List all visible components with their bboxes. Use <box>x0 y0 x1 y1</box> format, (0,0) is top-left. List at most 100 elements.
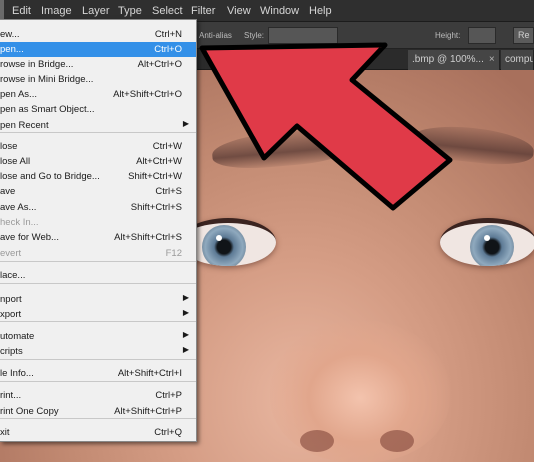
menu-view[interactable]: View <box>227 5 251 17</box>
chevron-right-icon: ▶ <box>182 330 189 339</box>
menu-separator <box>0 261 196 262</box>
menu-item-close[interactable]: lose Ctrl+W <box>0 139 196 154</box>
chevron-right-icon: ▶ <box>182 345 189 354</box>
tab-bmp-document[interactable]: .bmp @ 100%... × <box>408 50 500 70</box>
menu-item-label: rint... <box>0 390 22 401</box>
menu-item-shortcut: Shift+Ctrl+S <box>130 202 182 213</box>
menu-item-label: lace... <box>0 270 26 281</box>
menu-item-print-one-copy[interactable]: rint One Copy Alt+Shift+Ctrl+P <box>0 404 196 419</box>
nose <box>270 320 450 462</box>
menu-item-save-for-web[interactable]: ave for Web... Alt+Shift+Ctrl+S <box>0 230 196 245</box>
menu-item-label: ave As... <box>0 202 37 213</box>
menu-item-label: rowse in Mini Bridge... <box>0 74 94 85</box>
chevron-right-icon: ▶ <box>182 293 189 302</box>
menu-item-label: lose All <box>0 156 31 167</box>
menu-item-label: ew... <box>0 29 20 40</box>
menu-item-label: rint One Copy <box>0 406 59 417</box>
tab-label: .bmp @ 100%... <box>412 54 484 65</box>
menu-item-browse-in-bridge[interactable]: rowse in Bridge... Alt+Ctrl+O <box>0 57 196 72</box>
tab-computer-document[interactable]: compute <box>501 50 534 70</box>
menu-item-export[interactable]: xport ▶ <box>0 307 196 322</box>
iris <box>470 225 514 266</box>
menu-image[interactable]: Image <box>41 5 72 17</box>
menu-item-shortcut: Alt+Shift+Ctrl+P <box>114 406 182 417</box>
height-input[interactable] <box>468 27 496 44</box>
menu-item-close-all[interactable]: lose All Alt+Ctrl+W <box>0 154 196 169</box>
menu-item-shortcut: Alt+Shift+Ctrl+I <box>117 368 182 379</box>
menu-item-label: le Info... <box>0 368 34 379</box>
menu-item-revert: evert F12 <box>0 246 196 261</box>
menu-item-open-as[interactable]: pen As... Alt+Shift+Ctrl+O <box>0 87 196 102</box>
menu-item-open-recent[interactable]: pen Recent ▶ <box>0 118 196 133</box>
refine-edge-button[interactable]: Re <box>513 27 534 44</box>
tab-label: compute <box>505 54 534 65</box>
eye-right <box>440 218 534 266</box>
menu-item-shortcut: Alt+Shift+Ctrl+S <box>114 232 182 243</box>
menu-item-import[interactable]: nport ▶ <box>0 292 196 307</box>
menu-item-exit[interactable]: xit Ctrl+Q <box>0 425 196 440</box>
menu-item-label: lose <box>0 141 18 152</box>
menu-item-label: utomate <box>0 331 35 342</box>
iris <box>202 225 246 266</box>
chevron-right-icon: ▶ <box>182 119 189 128</box>
menu-layer[interactable]: Layer <box>82 5 110 17</box>
menu-item-label: cripts <box>0 346 23 357</box>
menu-item-shortcut: Ctrl+N <box>154 29 182 40</box>
eyebrow-left <box>210 125 354 173</box>
menu-item-automate[interactable]: utomate ▶ <box>0 329 196 344</box>
eye-glint <box>484 235 490 241</box>
menu-item-shortcut: Shift+Ctrl+W <box>128 171 182 182</box>
menu-item-place[interactable]: lace... <box>0 268 196 283</box>
menu-item-shortcut: Ctrl+S <box>155 186 182 197</box>
chevron-right-icon: ▶ <box>182 308 189 317</box>
menu-item-browse-in-mini-bridge[interactable]: rowse in Mini Bridge... <box>0 72 196 87</box>
close-icon[interactable]: × <box>489 54 495 65</box>
height-label: Height: <box>435 31 461 40</box>
menu-item-label: evert <box>0 248 22 259</box>
menu-edit[interactable]: Edit <box>12 5 31 17</box>
menu-type[interactable]: Type <box>118 5 142 17</box>
menu-item-file-info[interactable]: le Info... Alt+Shift+Ctrl+I <box>0 366 196 381</box>
menu-item-label: lose and Go to Bridge... <box>0 171 100 182</box>
style-dropdown[interactable] <box>268 27 338 44</box>
menu-item-print[interactable]: rint... Ctrl+P <box>0 388 196 403</box>
file-menu-dropdown: ew... Ctrl+N pen... Ctrl+O rowse in Bridge..… <box>0 19 197 442</box>
menu-item-shortcut: Alt+Ctrl+W <box>136 156 182 167</box>
menu-item-close-and-go-to-bridge[interactable]: lose and Go to Bridge... Shift+Ctrl+W <box>0 169 196 184</box>
eyebrow-right <box>408 121 534 169</box>
menu-select[interactable]: Select <box>152 5 183 17</box>
menu-item-label: ave for Web... <box>0 232 59 243</box>
menu-item-open[interactable]: pen... Ctrl+O <box>0 42 196 57</box>
menu-item-label: ave <box>0 186 16 197</box>
menu-separator <box>0 359 196 360</box>
menu-item-scripts[interactable]: cripts ▶ <box>0 344 196 359</box>
menu-separator <box>0 283 196 284</box>
menu-item-label: pen As... <box>0 89 37 100</box>
menu-item-save[interactable]: ave Ctrl+S <box>0 184 196 199</box>
menu-item-label: xit <box>0 427 10 438</box>
menu-separator <box>0 381 196 382</box>
menu-item-label: xport <box>0 309 22 320</box>
menu-help[interactable]: Help <box>309 5 332 17</box>
menu-item-shortcut: F12 <box>165 248 182 259</box>
menu-window[interactable]: Window <box>260 5 299 17</box>
menu-item-shortcut: Ctrl+O <box>154 44 182 55</box>
menu-item-label: pen... <box>0 44 24 55</box>
menu-item-shortcut: Alt+Ctrl+O <box>137 59 182 70</box>
style-label: Style: <box>244 31 265 40</box>
eye-glint <box>216 235 222 241</box>
menu-item-shortcut: Alt+Shift+Ctrl+O <box>113 89 182 100</box>
menu-item-label: nport <box>0 294 22 305</box>
menu-item-shortcut: Ctrl+Q <box>154 427 182 438</box>
menu-filter[interactable]: Filter <box>191 5 215 17</box>
menu-item-label: pen as Smart Object... <box>0 104 95 115</box>
menu-item-label: rowse in Bridge... <box>0 59 74 70</box>
menu-item-label: heck In... <box>0 217 39 228</box>
menu-item-new[interactable]: ew... Ctrl+N <box>0 27 196 42</box>
antialias-label: Anti-alias <box>199 31 232 40</box>
menu-item-save-as[interactable]: ave As... Shift+Ctrl+S <box>0 200 196 215</box>
menu-item-check-in: heck In... <box>0 215 196 230</box>
menu-item-shortcut: Ctrl+P <box>155 390 182 401</box>
menu-item-open-as-smart-object[interactable]: pen as Smart Object... <box>0 102 196 117</box>
menu-item-label: pen Recent <box>0 120 49 131</box>
